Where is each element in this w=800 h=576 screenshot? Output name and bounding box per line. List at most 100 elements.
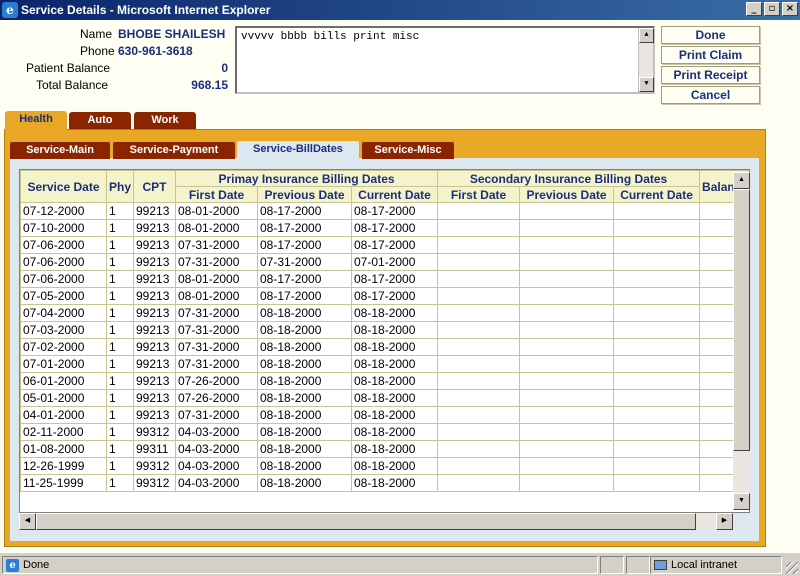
print-claim-button[interactable]: Print Claim	[661, 46, 760, 64]
table-cell: 08-18-2000	[257, 440, 352, 458]
table-cell: 99312	[133, 457, 176, 475]
table-row[interactable]: 07-02-2000 1 99213 07-31-2000 08-18-2000 08-1…	[20, 338, 749, 356]
grid-scroll-down-arrow-icon[interactable]: ▼	[733, 493, 750, 510]
table-cell	[519, 474, 615, 492]
col-header-primary-first-date[interactable]: First Date	[175, 186, 258, 203]
table-cell	[613, 389, 701, 407]
table-row[interactable]: 07-05-2000 1 99213 08-01-2000 08-17-2000 08-1…	[20, 287, 749, 305]
table-row[interactable]: 04-01-2000 1 99213 07-31-2000 08-18-2000 08-1…	[20, 406, 749, 424]
table-cell	[613, 321, 701, 339]
table-cell: 99213	[133, 389, 176, 407]
table-row[interactable]: 06-01-2000 1 99213 07-26-2000 08-18-2000 08-1…	[20, 372, 749, 390]
table-row[interactable]: 02-11-2000 1 99312 04-03-2000 08-18-2000 08-1…	[20, 423, 749, 441]
tab-service-misc[interactable]: Service-Misc	[362, 142, 454, 159]
table-cell	[613, 355, 701, 373]
table-cell: 08-18-2000	[257, 338, 352, 356]
table-cell: 08-18-2000	[350, 338, 439, 356]
table-cell: 99213	[133, 338, 176, 356]
table-cell: 1	[106, 304, 134, 322]
table-row[interactable]: 11-25-1999 1 99312 04-03-2000 08-18-2000 08-1…	[20, 474, 749, 492]
table-cell: 1	[106, 338, 134, 356]
table-row[interactable]: 12-26-1999 1 99312 04-03-2000 08-18-2000 08-1…	[20, 457, 749, 475]
resize-grip-icon[interactable]	[786, 562, 798, 574]
print-receipt-button[interactable]: Print Receipt	[661, 66, 760, 84]
table-cell: 08-18-2000	[350, 355, 439, 373]
table-cell	[613, 304, 701, 322]
table-cell: 07-03-2000	[20, 321, 107, 339]
notes-scrollbar[interactable]: ▲ ▼	[638, 28, 654, 92]
maximize-button[interactable]: ▫	[764, 2, 780, 16]
col-header-phy[interactable]: Phy	[106, 170, 134, 203]
table-row[interactable]: 07-03-2000 1 99213 07-31-2000 08-18-2000 08-1…	[20, 321, 749, 339]
tab-service-payment[interactable]: Service-Payment	[113, 142, 235, 159]
notes-textarea[interactable]: vvvvv bbbb bills print misc ▲ ▼	[235, 26, 655, 94]
grid-scroll-up-arrow-icon[interactable]: ▲	[733, 172, 750, 189]
table-cell	[519, 338, 615, 356]
table-cell: 07-26-2000	[175, 372, 258, 390]
scroll-down-arrow-icon[interactable]: ▼	[639, 77, 654, 92]
minimize-button[interactable]: _	[746, 2, 762, 16]
table-cell: 07-31-2000	[175, 406, 258, 424]
table-row[interactable]: 07-06-2000 1 99213 08-01-2000 08-17-2000 08-1…	[20, 270, 749, 288]
table-cell: 08-18-2000	[257, 457, 352, 475]
zone-cell: Local intranet	[650, 556, 782, 574]
close-button[interactable]: ×	[782, 2, 798, 16]
grid-horizontal-scrollbar[interactable]: ◀ ▶	[19, 513, 733, 530]
table-cell: 1	[106, 236, 134, 254]
tab-service-main[interactable]: Service-Main	[10, 142, 110, 159]
col-header-secondary-previous-date[interactable]: Previous Date	[519, 186, 615, 203]
table-cell	[613, 202, 701, 220]
table-cell	[519, 423, 615, 441]
table-cell: 08-18-2000	[257, 474, 352, 492]
status-text: Done	[23, 559, 50, 571]
table-cell: 99213	[133, 355, 176, 373]
table-cell: 08-18-2000	[257, 406, 352, 424]
table-cell	[519, 321, 615, 339]
tab-health[interactable]: Health	[5, 111, 67, 130]
tab-service-billdates[interactable]: Service-BillDates	[237, 141, 359, 161]
table-row[interactable]: 07-06-2000 1 99213 07-31-2000 08-17-2000 08-1…	[20, 236, 749, 254]
done-button[interactable]: Done	[661, 26, 760, 44]
table-cell: 08-17-2000	[350, 270, 439, 288]
table-cell: 07-01-2000	[350, 253, 439, 271]
table-cell: 99213	[133, 406, 176, 424]
grid-scroll-right-arrow-icon[interactable]: ▶	[716, 513, 733, 530]
table-cell: 07-01-2000	[20, 355, 107, 373]
internet-explorer-icon: e	[2, 2, 18, 18]
col-header-primary-current-date[interactable]: Current Date	[350, 186, 439, 203]
col-header-secondary-current-date[interactable]: Current Date	[613, 186, 701, 203]
status-blank-cell-2	[626, 556, 650, 574]
table-cell	[519, 236, 615, 254]
table-cell: 07-31-2000	[175, 304, 258, 322]
grid-horizontal-scroll-thumb[interactable]	[36, 513, 696, 530]
table-cell	[437, 287, 521, 305]
table-cell: 1	[106, 474, 134, 492]
tab-auto[interactable]: Auto	[69, 112, 131, 129]
table-row[interactable]: 07-10-2000 1 99213 08-01-2000 08-17-2000 08-1…	[20, 219, 749, 237]
col-header-service-date[interactable]: Service Date	[20, 170, 107, 203]
table-row[interactable]: 07-12-2000 1 99213 08-01-2000 08-17-2000 08-1…	[20, 202, 749, 220]
scroll-up-arrow-icon[interactable]: ▲	[639, 28, 654, 43]
table-cell: 08-17-2000	[350, 287, 439, 305]
cancel-button[interactable]: Cancel	[661, 86, 760, 104]
table-cell: 07-04-2000	[20, 304, 107, 322]
table-row[interactable]: 01-08-2000 1 99311 04-03-2000 08-18-2000 08-1…	[20, 440, 749, 458]
table-cell	[519, 304, 615, 322]
table-cell: 99312	[133, 423, 176, 441]
grid-vertical-scrollbar[interactable]: ▲ ▼	[733, 172, 750, 510]
table-row[interactable]: 07-01-2000 1 99213 07-31-2000 08-18-2000 08-1…	[20, 355, 749, 373]
table-row[interactable]: 07-04-2000 1 99213 07-31-2000 08-18-2000 08-1…	[20, 304, 749, 322]
table-cell	[519, 457, 615, 475]
grid-scroll-left-arrow-icon[interactable]: ◀	[19, 513, 36, 530]
table-cell: 1	[106, 372, 134, 390]
col-header-secondary-first-date[interactable]: First Date	[437, 186, 521, 203]
grid-vertical-scroll-thumb[interactable]	[733, 189, 750, 451]
table-cell: 07-31-2000	[175, 338, 258, 356]
table-row[interactable]: 07-06-2000 1 99213 07-31-2000 07-31-2000 07-0…	[20, 253, 749, 271]
col-header-cpt[interactable]: CPT	[133, 170, 176, 203]
tab-work[interactable]: Work	[134, 112, 196, 129]
table-row[interactable]: 05-01-2000 1 99213 07-26-2000 08-18-2000 08-1…	[20, 389, 749, 407]
status-bar: e Done Local intranet	[0, 552, 800, 576]
col-header-primary-previous-date[interactable]: Previous Date	[257, 186, 352, 203]
table-cell	[613, 338, 701, 356]
